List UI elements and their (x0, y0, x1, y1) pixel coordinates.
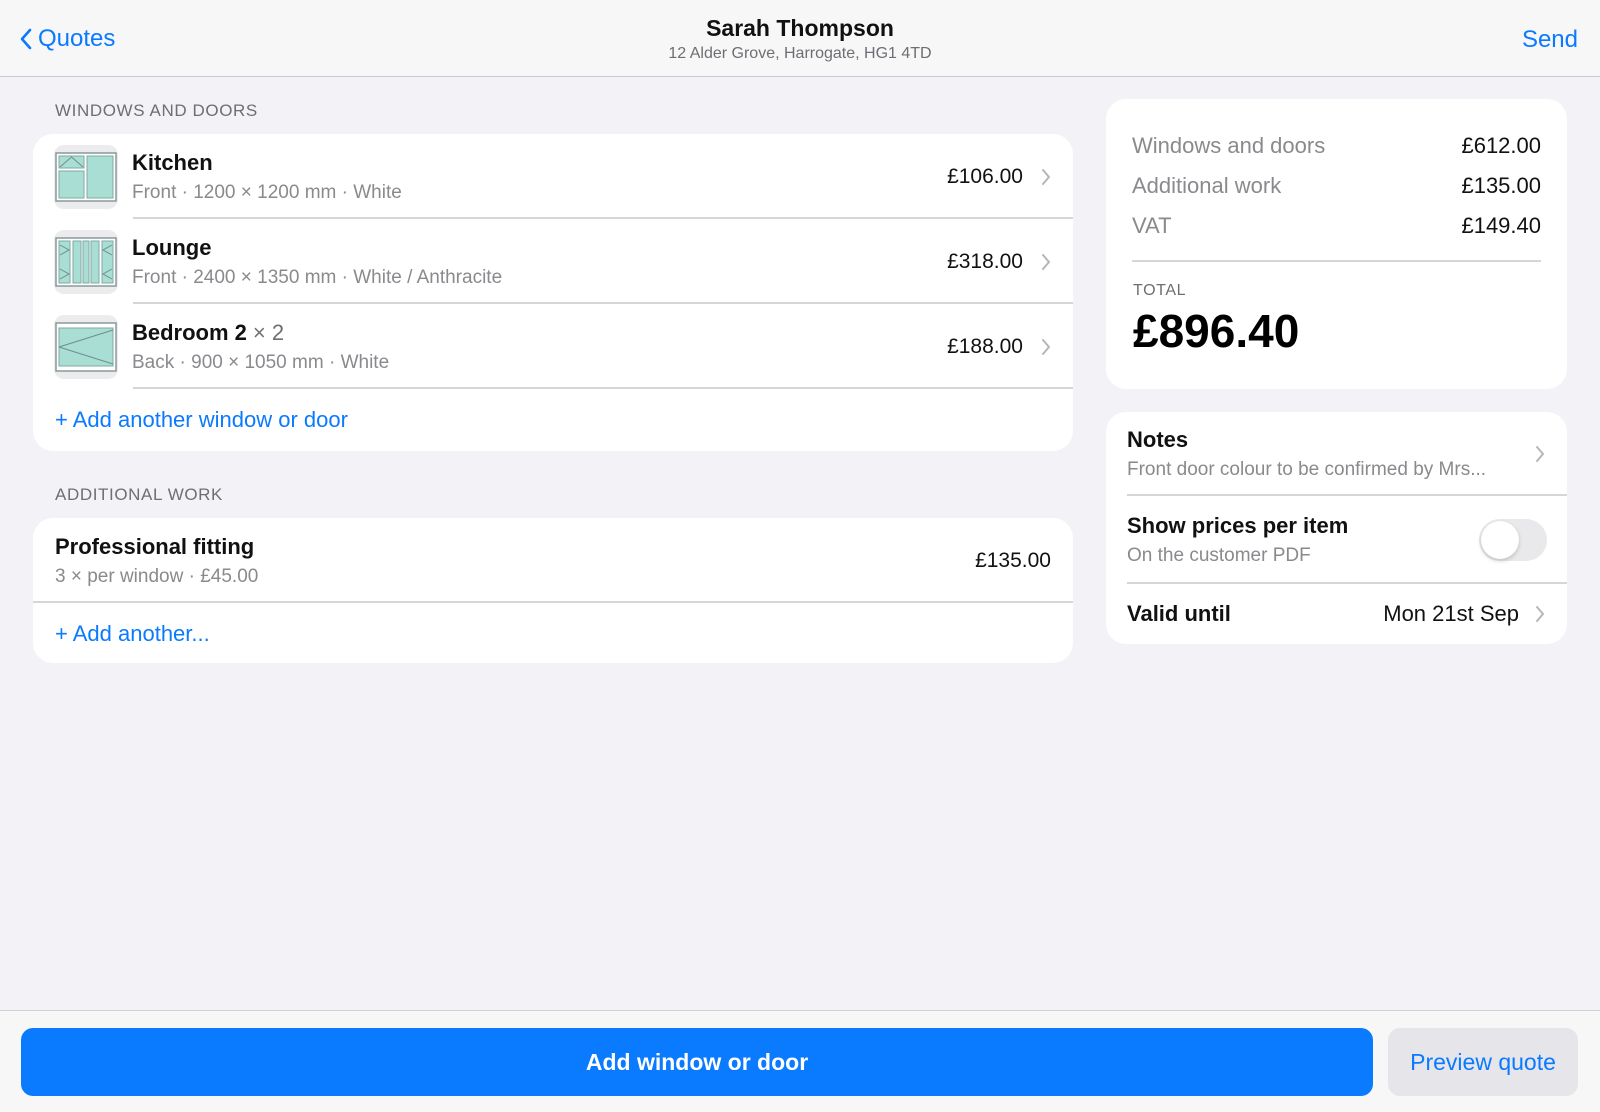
item-name: Professional fitting (55, 533, 255, 559)
summary-value: £149.40 (1461, 213, 1541, 238)
item-price: £135.00 (975, 548, 1051, 572)
add-window-or-door-link[interactable]: + Add another window or door (33, 389, 1073, 451)
item-name: Lounge (132, 234, 212, 260)
valid-until-label: Valid until (1127, 601, 1231, 626)
add-window-or-door-button[interactable]: Add window or door (21, 1028, 1373, 1096)
total-label: TOTAL (1133, 282, 1187, 299)
valid-until-row[interactable]: Valid until Mon 21st Sep (1106, 584, 1567, 644)
summary-divider (1132, 260, 1541, 262)
navigation-bar: Quotes Sarah Thompson 12 Alder Grove, Ha… (0, 0, 1600, 77)
item-price: £188.00 (947, 334, 1023, 358)
notes-preview: Front door colour to be confirmed by Mrs… (1127, 459, 1487, 480)
summary-label: Additional work (1132, 173, 1282, 198)
customer-name-title: Sarah Thompson (706, 15, 894, 41)
item-price: £318.00 (947, 249, 1023, 273)
customer-address-subtitle: 12 Alder Grove, Harrogate, HG1 4TD (668, 45, 932, 62)
notes-title: Notes (1127, 427, 1189, 452)
row-divider (133, 387, 1073, 389)
item-details: Back · 900 × 1050 mm · White (132, 351, 390, 373)
item-name: Bedroom 2 × 2 (132, 319, 285, 345)
bottom-toolbar: Add window or door Preview quote (0, 1010, 1600, 1112)
show-prices-toggle[interactable] (1479, 519, 1547, 561)
chevron-right-icon (1536, 606, 1544, 622)
windows-section-header: WINDOWS AND DOORS (55, 101, 258, 120)
add-additional-work-link[interactable]: + Add another... (33, 603, 1073, 663)
valid-until-value: Mon 21st Sep (1383, 601, 1519, 626)
list-item-kitchen[interactable]: Kitchen Front · 1200 × 1200 mm · White £… (33, 134, 1073, 219)
additional-work-section-header: ADDITIONAL WORK (55, 485, 223, 504)
item-details: 3 × per window · £45.00 (55, 565, 259, 587)
list-item-professional-fitting[interactable]: Professional fitting 3 × per window · £4… (33, 518, 1073, 603)
kitchen-window-icon (54, 144, 118, 209)
preview-quote-button[interactable]: Preview quote (1388, 1028, 1578, 1096)
item-details: Front · 1200 × 1200 mm · White (132, 181, 402, 203)
item-quantity: × 2 (252, 319, 285, 345)
summary-label: VAT (1132, 213, 1172, 238)
toggle-knob (1481, 521, 1519, 559)
chevron-right-icon (1042, 338, 1050, 355)
row-divider (33, 601, 1073, 603)
item-details: Front · 2400 × 1350 mm · White / Anthrac… (132, 266, 503, 288)
total-value: £896.40 (1133, 305, 1300, 357)
summary-label: Windows and doors (1132, 133, 1326, 158)
chevron-right-icon (1042, 168, 1050, 185)
summary-value: £135.00 (1461, 173, 1541, 198)
quote-summary-card: Windows and doors £612.00 Additional wor… (1106, 99, 1567, 389)
send-button[interactable]: Send (1522, 26, 1578, 54)
quote-settings-card: Notes Front door colour to be confirmed … (1106, 412, 1567, 644)
summary-line-windows: Windows and doors £612.00 (1106, 126, 1567, 166)
list-item-bedroom-2[interactable]: Bedroom 2 × 2 Back · 900 × 1050 mm · Whit… (33, 304, 1073, 389)
windows-card: Kitchen Front · 1200 × 1200 mm · White £… (33, 134, 1073, 451)
chevron-right-icon (1536, 446, 1544, 462)
bedroom-window-icon (54, 314, 118, 379)
chevron-right-icon (1042, 253, 1050, 270)
additional-work-card: Professional fitting 3 × per window · £4… (33, 518, 1073, 663)
lounge-window-icon (54, 229, 118, 294)
notes-row[interactable]: Notes Front door colour to be confirmed … (1106, 412, 1567, 496)
show-prices-row: Show prices per item On the customer PDF (1106, 496, 1567, 584)
summary-line-additional: Additional work £135.00 (1106, 166, 1567, 206)
summary-value: £612.00 (1461, 133, 1541, 158)
summary-line-vat: VAT £149.40 (1106, 206, 1567, 246)
item-name: Kitchen (132, 149, 213, 175)
list-item-lounge[interactable]: Lounge Front · 2400 × 1350 mm · White / … (33, 219, 1073, 304)
item-price: £106.00 (947, 164, 1023, 188)
